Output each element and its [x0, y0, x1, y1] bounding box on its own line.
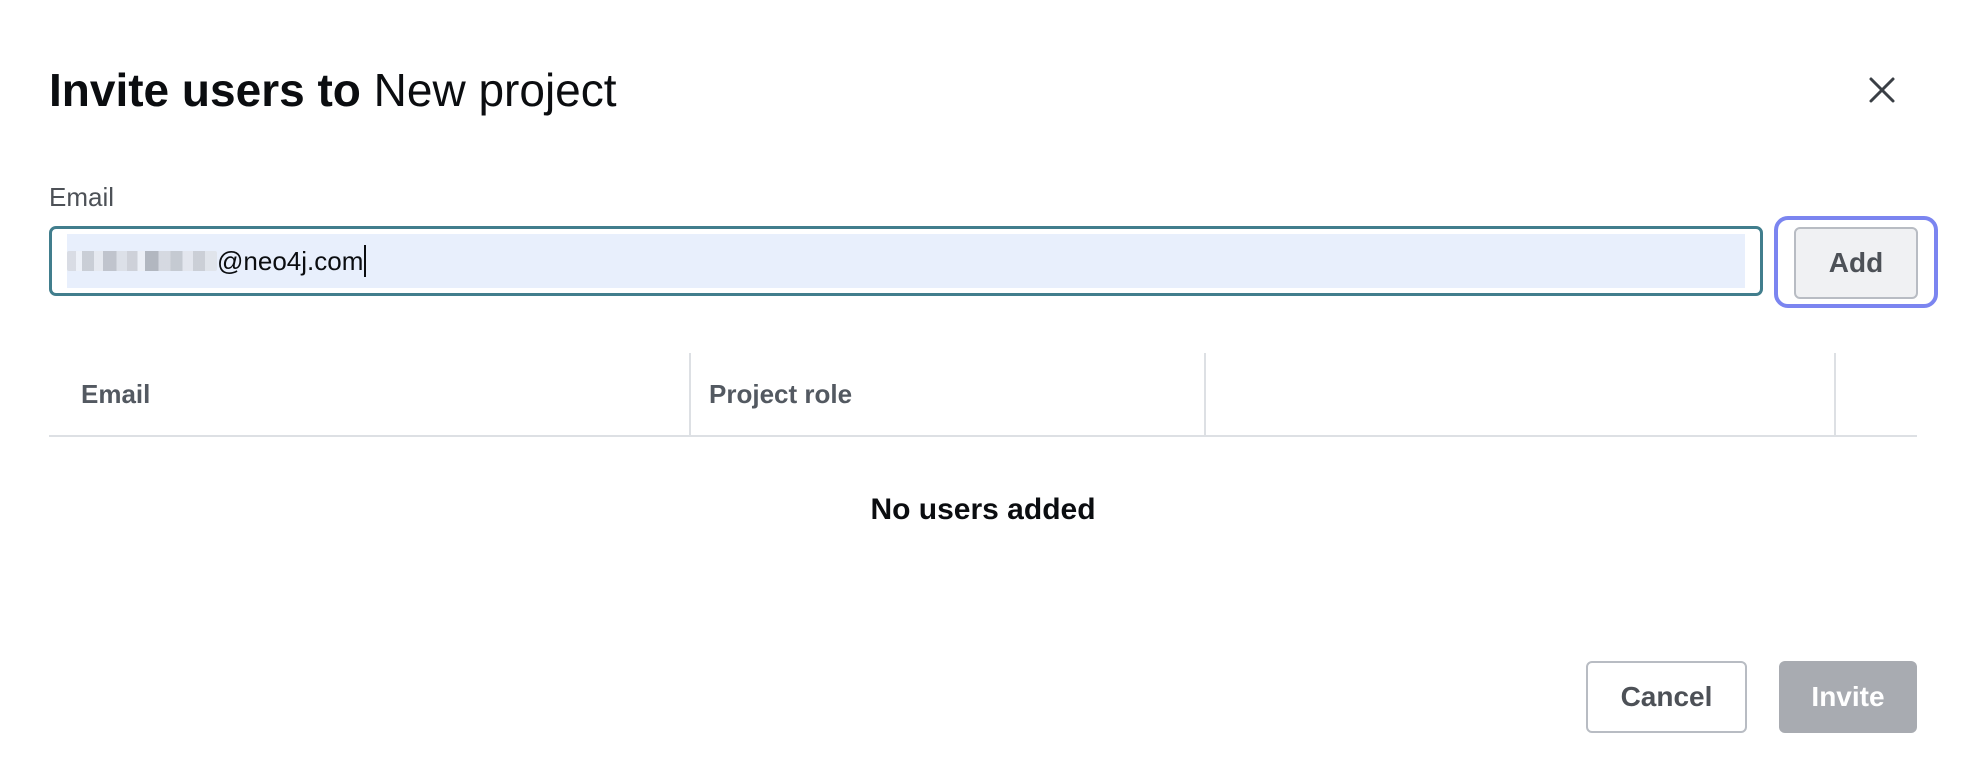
empty-table-message: No users added: [870, 493, 1096, 526]
redacted-email-prefix: [67, 251, 217, 271]
dialog-title-project-name: New project: [373, 64, 617, 116]
dialog-title: Invite users to New project: [49, 60, 617, 120]
column-divider: [689, 353, 691, 435]
email-input[interactable]: @neo4j.com: [49, 226, 1763, 296]
invite-users-dialog: Invite users to New project Email @neo4j…: [0, 0, 1964, 784]
email-input-domain-text: @neo4j.com: [217, 245, 364, 276]
users-table-header: Email Project role: [49, 353, 1917, 437]
column-header-project-role: Project role: [709, 378, 853, 409]
invite-button[interactable]: Invite: [1779, 661, 1917, 733]
column-divider: [1834, 353, 1836, 435]
email-field-label: Email: [49, 182, 115, 212]
dialog-title-prefix: Invite users to: [49, 64, 361, 116]
email-input-value[interactable]: @neo4j.com: [67, 234, 1745, 288]
text-caret: [364, 245, 367, 277]
column-divider: [1204, 353, 1206, 435]
users-table: Email Project role No users added: [49, 353, 1917, 526]
close-icon: [1869, 77, 1895, 103]
cancel-button[interactable]: Cancel: [1586, 661, 1747, 733]
column-header-email: Email: [81, 378, 151, 409]
close-button[interactable]: [1862, 70, 1902, 110]
add-button[interactable]: Add: [1794, 227, 1918, 299]
